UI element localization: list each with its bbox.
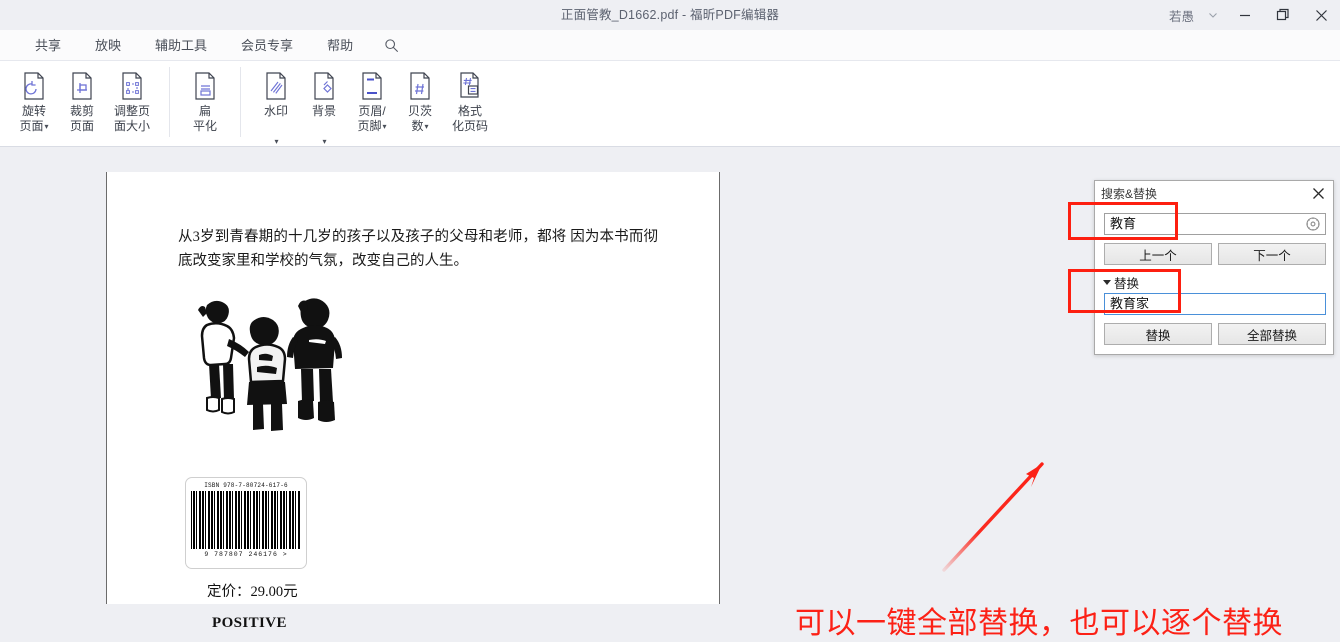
rotate-page-icon [21,69,47,103]
resize-page-label: 调整页 面大小 [113,104,150,133]
document-photo [185,297,355,434]
menu-bar: 共享 放映 辅助工具 会员专享 帮助 [0,30,1340,61]
menu-item-help[interactable]: 帮助 [310,30,370,61]
gear-icon[interactable] [1305,216,1321,232]
format-page-number-button[interactable]: 格式 化页码 [444,61,496,134]
crop-page-icon [69,69,95,103]
replace-button[interactable]: 替换 [1104,323,1212,345]
crop-page-label: 裁剪 页面 [69,104,94,133]
triangle-down-icon [1103,280,1111,285]
dialog-title: 搜索&替换 [1101,187,1158,201]
rotate-page-button[interactable]: 旋转 页面▾ [10,61,58,134]
flatten-label: 扁 平化 [192,104,217,133]
bates-number-button[interactable]: 贝茨 数▾ [396,61,444,134]
dialog-close-icon[interactable] [1307,183,1329,203]
barcode-bars [191,491,301,549]
barcode-isbn: ISBN 978-7-80724-617-6 [204,482,288,489]
annotation-text: 可以一键全部替换，也可以逐个替换 [795,607,1283,640]
flatten-icon [192,69,218,103]
watermark-button[interactable]: 水印 ▾ [252,61,300,149]
header-footer-icon [359,69,385,103]
background-label: 背景 ▾ [311,104,336,147]
ribbon-toolbar: 旋转 页面▾ 裁剪 页面 调整页 面大小 扁 平化 水印 ▾ 背景 ▾ 页眉/ … [0,61,1340,147]
bates-number-icon [407,69,433,103]
menu-item-membership[interactable]: 会员专享 [224,30,310,61]
menu-item-share[interactable]: 共享 [18,30,78,61]
ribbon-group-flatten: 扁 平化 [177,61,233,145]
ribbon-separator-2 [240,67,241,137]
crop-page-button[interactable]: 裁剪 页面 [58,61,106,134]
user-account-label[interactable]: 若愚 [1163,6,1200,25]
replace-section-label: 替换 [1114,277,1140,291]
chevron-down-icon[interactable] [1200,0,1226,30]
replace-input[interactable]: 教育家 [1104,293,1326,315]
barcode-number: 9 787807 246176 > [204,551,288,558]
replace-input-value: 教育家 [1110,296,1150,311]
search-input[interactable]: 教育 [1104,213,1326,235]
watermark-label: 水印 ▾ [263,104,288,147]
replace-all-button[interactable]: 全部替换 [1218,323,1326,345]
pdf-page[interactable]: 从3岁到青春期的十几岁的孩子以及孩子的父母和老师，都将 因为本书而彻底改变家里和… [107,172,719,631]
header-footer-button[interactable]: 页眉/ 页脚▾ [348,61,396,134]
watermark-icon [263,69,289,103]
ribbon-group-pages: 旋转 页面▾ 裁剪 页面 调整页 面大小 [6,61,162,145]
title-bar: 正面管教_D1662.pdf - 福昕PDF编辑器 若愚 [0,0,1340,31]
annotation-arrow [930,442,1070,582]
document-price: 定价：29.00元 [207,584,298,600]
previous-match-button[interactable]: 上一个 [1104,243,1212,265]
document-barcode: ISBN 978-7-80724-617-6 9 787807 246176 > [185,477,307,569]
close-button[interactable] [1302,0,1340,30]
restore-button[interactable] [1264,0,1302,30]
next-match-button[interactable]: 下一个 [1218,243,1326,265]
application-window: 正面管教_D1662.pdf - 福昕PDF编辑器 若愚 共享 放映 辅助工具 [0,0,1340,640]
bates-number-label: 贝茨 数▾ [407,104,432,133]
background-button[interactable]: 背景 ▾ [300,61,348,149]
search-replace-dialog[interactable]: 搜索&替换 教育 上一个 下一个 替换 教育家 替换 全部替换 [1094,180,1334,355]
replace-section-toggle[interactable]: 替换 [1103,273,1139,292]
search-icon[interactable] [380,30,402,61]
flatten-button[interactable]: 扁 平化 [181,61,229,134]
menu-item-tools[interactable]: 辅助工具 [138,30,224,61]
ribbon-group-marks: 水印 ▾ 背景 ▾ 页眉/ 页脚▾ 贝茨 数▾ 格式 化页码 [248,61,500,146]
rotate-page-label: 旋转 页面▾ [19,104,49,133]
format-page-number-label: 格式 化页码 [451,104,488,133]
resize-page-icon [119,69,145,103]
ribbon-separator-1 [169,67,170,137]
background-icon [311,69,337,103]
document-footer-text: POSITIVE [212,615,287,631]
minimize-button[interactable] [1226,0,1264,30]
page-right-edge [719,172,720,604]
search-input-value: 教育 [1110,216,1137,231]
resize-page-button[interactable]: 调整页 面大小 [106,61,158,134]
header-footer-label: 页眉/ 页脚▾ [357,104,387,133]
format-page-number-icon [457,69,483,103]
document-paragraph: 从3岁到青春期的十几岁的孩子以及孩子的父母和老师，都将 因为本书而彻底改变家里和… [178,229,658,269]
menu-item-present[interactable]: 放映 [78,30,138,61]
window-title: 正面管教_D1662.pdf - 福昕PDF编辑器 [560,8,780,22]
window-controls: 若愚 [1163,0,1340,30]
